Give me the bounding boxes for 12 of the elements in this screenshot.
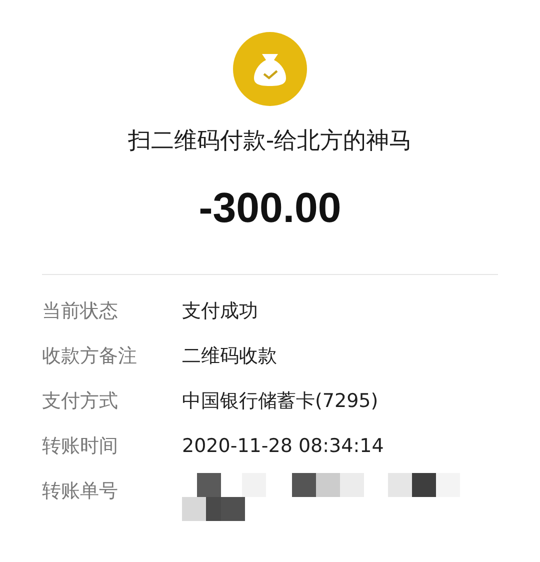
- detail-label: 转账单号: [42, 479, 119, 504]
- detail-label: 当前状态: [42, 299, 119, 324]
- detail-value: 2020-11-28 08:34:14: [182, 434, 384, 459]
- payment-title: 扫二维码付款-给北方的神马: [128, 127, 412, 156]
- amount: -300.00: [198, 184, 342, 232]
- detail-label: 支付方式: [42, 389, 119, 414]
- detail-value: 中国银行储蓄卡(7295): [182, 389, 378, 414]
- detail-label: 转账时间: [42, 434, 119, 459]
- money-bag-icon: [233, 32, 307, 106]
- detail-value: 支付成功: [182, 299, 258, 324]
- detail-label: 收款方备注: [42, 344, 138, 369]
- detail-value: 二维码收款: [182, 344, 277, 369]
